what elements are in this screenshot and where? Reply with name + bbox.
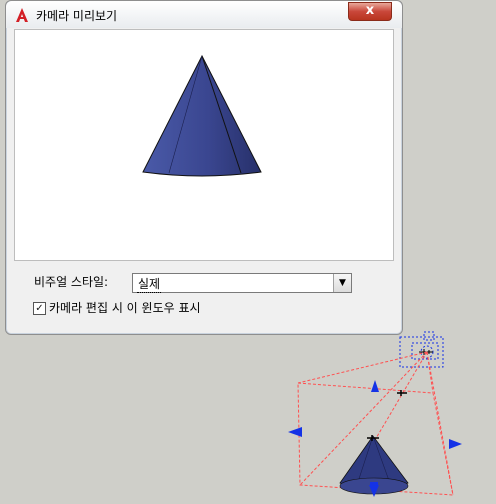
grip-arrow-right[interactable] — [449, 439, 462, 449]
drawing-canvas[interactable] — [0, 0, 496, 504]
grip-square[interactable] — [370, 482, 378, 488]
grip-arrow-left[interactable] — [288, 427, 302, 437]
grip-arrow-up[interactable] — [371, 380, 379, 392]
